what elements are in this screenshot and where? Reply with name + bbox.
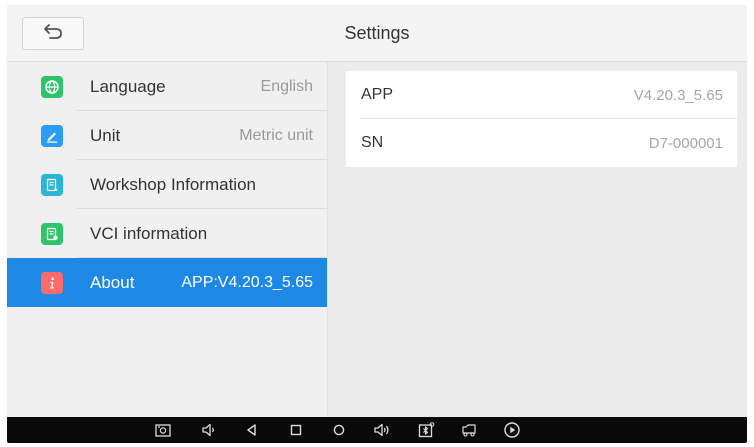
volume-down-icon[interactable] [200,421,218,439]
truck-icon[interactable] [460,421,478,439]
sidebar-item-label: VCI information [90,223,208,243]
settings-window: Settings Language English Unit Metric un… [7,5,747,443]
sidebar-item-value: APP:V4.20.3_5.65 [181,273,313,291]
serial-number-row: SN D7-000001 [346,119,737,167]
info-label: SN [361,134,384,151]
pencil-icon [41,124,63,147]
sidebar-item-label: Unit [90,125,121,145]
info-label: APP [361,86,394,103]
vci-status-icon[interactable] [417,421,435,439]
about-panel: APP V4.20.3_5.65 SN D7-000001 [346,71,737,167]
top-bar: Settings [7,5,747,62]
sidebar-item-workshop-information[interactable]: Workshop Information [7,160,327,209]
page-title: Settings [344,23,410,43]
vci-document-icon [41,222,63,245]
screenshot-icon[interactable] [154,421,172,439]
globe-icon [41,75,63,98]
volume-up-icon[interactable] [373,421,391,439]
app-version-row: APP V4.20.3_5.65 [346,71,737,119]
sidebar-item-unit[interactable]: Unit Metric unit [7,111,327,160]
home-icon[interactable] [330,421,348,439]
back-button[interactable] [22,17,84,50]
info-icon [41,271,63,294]
sidebar-item-value: Metric unit [239,126,313,144]
sidebar-item-label: Workshop Information [90,174,256,194]
sidebar-item-vci-information[interactable]: VCI information [7,209,327,258]
sidebar-item-label: About [90,272,135,292]
play-icon[interactable] [503,421,521,439]
serial-number-value: D7-000001 [648,134,723,152]
back-arrow-icon [42,22,64,45]
system-nav-bar [7,417,747,443]
sidebar-item-about[interactable]: About APP:V4.20.3_5.65 [7,258,327,307]
sidebar-item-label: Language [90,76,166,96]
document-icon [41,173,63,196]
recent-apps-icon[interactable] [287,421,305,439]
settings-sidebar: Language English Unit Metric unit Worksh… [7,62,328,417]
back-icon[interactable] [243,421,261,439]
sidebar-item-value: English [260,77,313,95]
app-version-value: V4.20.3_5.65 [633,86,723,104]
sidebar-item-language[interactable]: Language English [7,62,327,111]
